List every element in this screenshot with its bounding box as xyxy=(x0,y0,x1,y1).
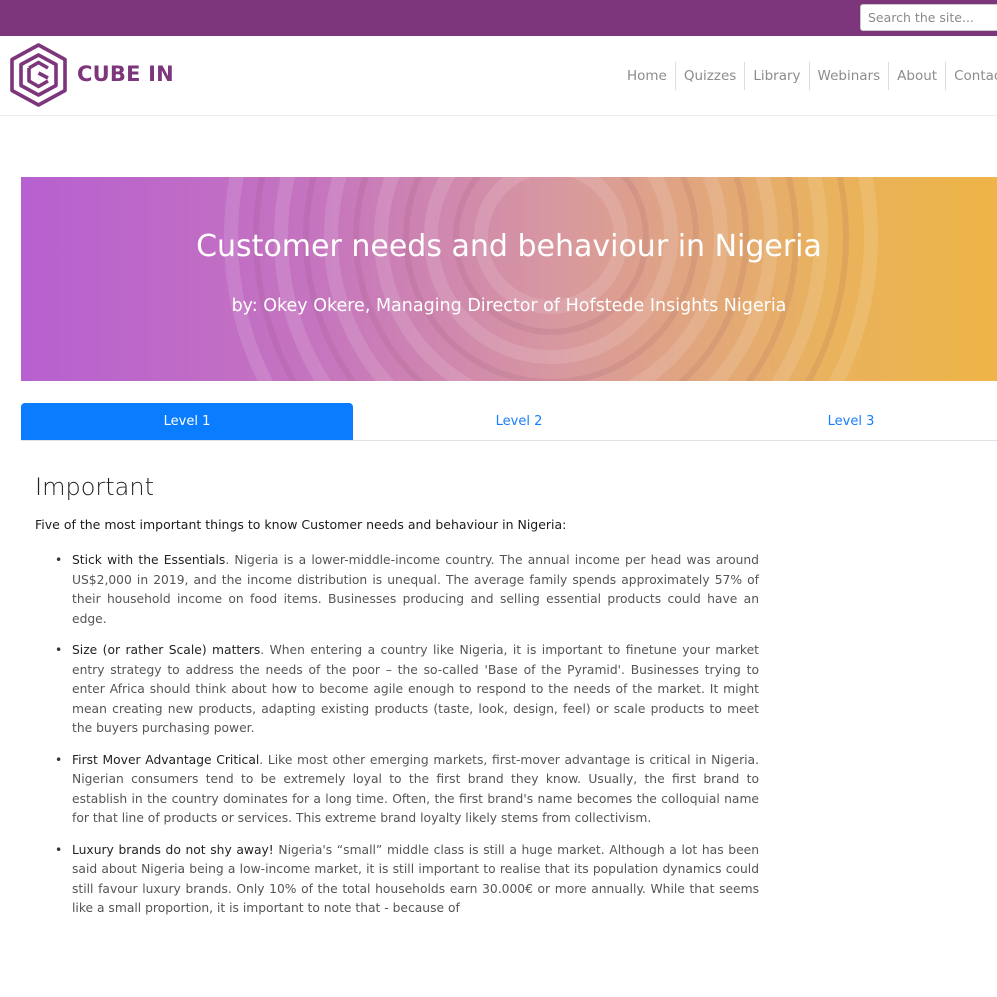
hero-background-pattern xyxy=(224,177,878,381)
list-item: First Mover Advantage Critical. Like mos… xyxy=(55,751,759,829)
key-points-list: Stick with the Essentials. Nigeria is a … xyxy=(55,551,759,931)
hero-banner: Customer needs and behaviour in Nigeria … xyxy=(21,177,997,381)
list-item-title: Size (or rather Scale) matters xyxy=(72,643,261,657)
nav-item-about[interactable]: About xyxy=(888,62,945,90)
list-item: Stick with the Essentials. Nigeria is a … xyxy=(55,551,759,629)
list-item: Size (or rather Scale) matters. When ent… xyxy=(55,641,759,739)
page-subtitle: by: Okey Okere, Managing Director of Hof… xyxy=(231,296,787,316)
nav-item-quizzes[interactable]: Quizzes xyxy=(674,62,744,90)
list-item-title: Stick with the Essentials xyxy=(72,553,226,567)
top-bar xyxy=(0,0,997,36)
site-header: CUBE IN Home Quizzes Library Webinars Ab… xyxy=(0,36,997,116)
section-heading: Important xyxy=(35,473,154,501)
list-item-title: First Mover Advantage Critical xyxy=(72,752,260,767)
nav-item-webinars[interactable]: Webinars xyxy=(808,62,889,90)
tab-level-2[interactable]: Level 2 xyxy=(353,403,685,440)
search-input[interactable] xyxy=(860,4,997,31)
nav-item-home[interactable]: Home xyxy=(619,62,675,90)
brand-name[interactable]: CUBE IN xyxy=(77,62,174,86)
level-tabs: Level 1 Level 2 Level 3 xyxy=(21,403,997,441)
cube-hexagon-logo-icon[interactable] xyxy=(7,42,70,108)
intro-text: Five of the most important things to kno… xyxy=(35,517,567,532)
main-nav: Home Quizzes Library Webinars About Cont… xyxy=(619,62,997,90)
nav-item-contact[interactable]: Contact xyxy=(945,62,997,90)
tab-level-1[interactable]: Level 1 xyxy=(21,403,353,440)
nav-item-library[interactable]: Library xyxy=(744,62,808,90)
list-item-title: Luxury brands do not shy away! xyxy=(72,842,274,857)
page-title: Customer needs and behaviour in Nigeria xyxy=(196,229,822,264)
tab-level-3[interactable]: Level 3 xyxy=(685,403,997,440)
list-item: Luxury brands do not shy away! Nigeria's… xyxy=(55,841,759,919)
